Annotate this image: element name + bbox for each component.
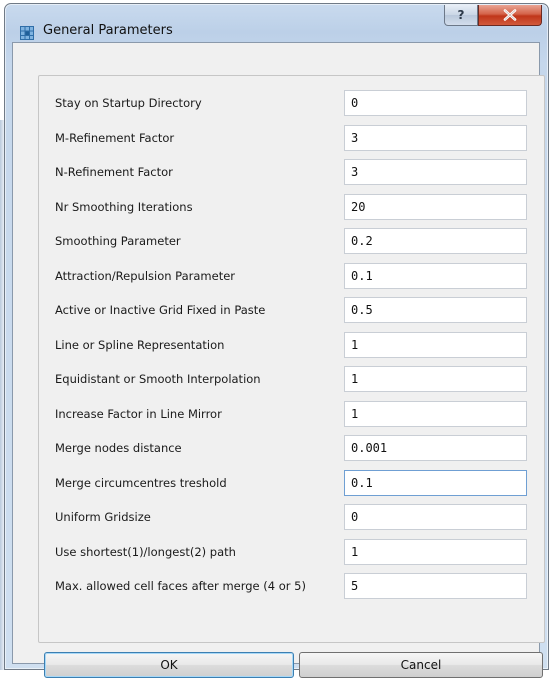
close-button[interactable] [478, 5, 542, 26]
parameter-input[interactable] [344, 331, 527, 358]
parameter-label: M-Refinement Factor [55, 130, 175, 145]
parameter-label: Nr Smoothing Iterations [55, 199, 193, 214]
parameter-label: Line or Spline Representation [55, 337, 225, 352]
cancel-button[interactable]: Cancel [299, 652, 543, 678]
parameter-row: M-Refinement Factor [39, 124, 544, 151]
parameter-row: Merge circumcentres treshold [39, 469, 544, 496]
dialog-client-area: Stay on Startup Directory M-Refinement Fa… [12, 42, 545, 678]
dialog-window: General Parameters ? Stay on Startup Dir… [4, 3, 549, 678]
grid-app-icon [20, 25, 34, 40]
parameter-input[interactable] [344, 538, 527, 565]
window-title: General Parameters [43, 23, 173, 38]
parameter-row: Uniform Gridsize [39, 504, 544, 530]
parameter-label: Active or Inactive Grid Fixed in Paste [55, 303, 266, 317]
parameter-label: Stay on Startup Directory [55, 96, 202, 110]
ok-button[interactable]: OK [44, 652, 294, 678]
parameter-label: N-Refinement Factor [55, 165, 173, 179]
parameter-input[interactable] [344, 400, 527, 427]
parameter-row: Attraction/Repulsion Parameter [39, 262, 544, 289]
parameter-input[interactable] [344, 124, 527, 151]
parameter-label: Smoothing Parameter [55, 234, 181, 248]
parameter-input[interactable] [344, 504, 527, 530]
parameter-row: Smoothing Parameter [39, 228, 544, 254]
parameter-row: Active or Inactive Grid Fixed in Paste [39, 297, 544, 323]
parameter-label: Uniform Gridsize [55, 510, 151, 524]
parameter-label: Increase Factor in Line Mirror [55, 406, 222, 421]
parameter-input[interactable] [344, 90, 527, 116]
help-icon: ? [457, 8, 465, 22]
parameter-row: Equidistant or Smooth Interpolation [39, 366, 544, 392]
parameter-input[interactable] [344, 366, 527, 392]
parameter-row: N-Refinement Factor [39, 159, 544, 185]
parameter-row: Use shortest(1)/longest(2) path [39, 538, 544, 565]
parameter-row: Stay on Startup Directory [39, 90, 544, 116]
parameter-label: Equidistant or Smooth Interpolation [55, 372, 261, 386]
parameter-input[interactable] [344, 469, 527, 496]
parameter-row: Line or Spline Representation [39, 331, 544, 358]
parameter-row: Merge nodes distance [39, 435, 544, 461]
parameter-label: Attraction/Repulsion Parameter [55, 268, 236, 283]
parameter-input[interactable] [344, 435, 527, 461]
close-icon [503, 6, 517, 25]
parameter-row: Nr Smoothing Iterations [39, 193, 544, 220]
parameter-input[interactable] [344, 262, 527, 289]
parameter-row: Max. allowed cell faces after merge (4 o… [39, 573, 544, 599]
parameters-group: Stay on Startup Directory M-Refinement Fa… [38, 75, 545, 643]
parameter-label: Use shortest(1)/longest(2) path [55, 544, 236, 559]
parameter-input[interactable] [344, 573, 527, 599]
parameter-row: Increase Factor in Line Mirror [39, 400, 544, 427]
parameter-input[interactable] [344, 193, 527, 220]
parameter-label: Max. allowed cell faces after merge (4 o… [55, 579, 306, 593]
parameter-label: Merge circumcentres treshold [55, 475, 227, 490]
parameter-label: Merge nodes distance [55, 441, 182, 455]
parameter-input[interactable] [344, 228, 527, 254]
parameter-input[interactable] [344, 159, 527, 185]
parameter-input[interactable] [344, 297, 527, 323]
help-button[interactable]: ? [444, 5, 478, 26]
